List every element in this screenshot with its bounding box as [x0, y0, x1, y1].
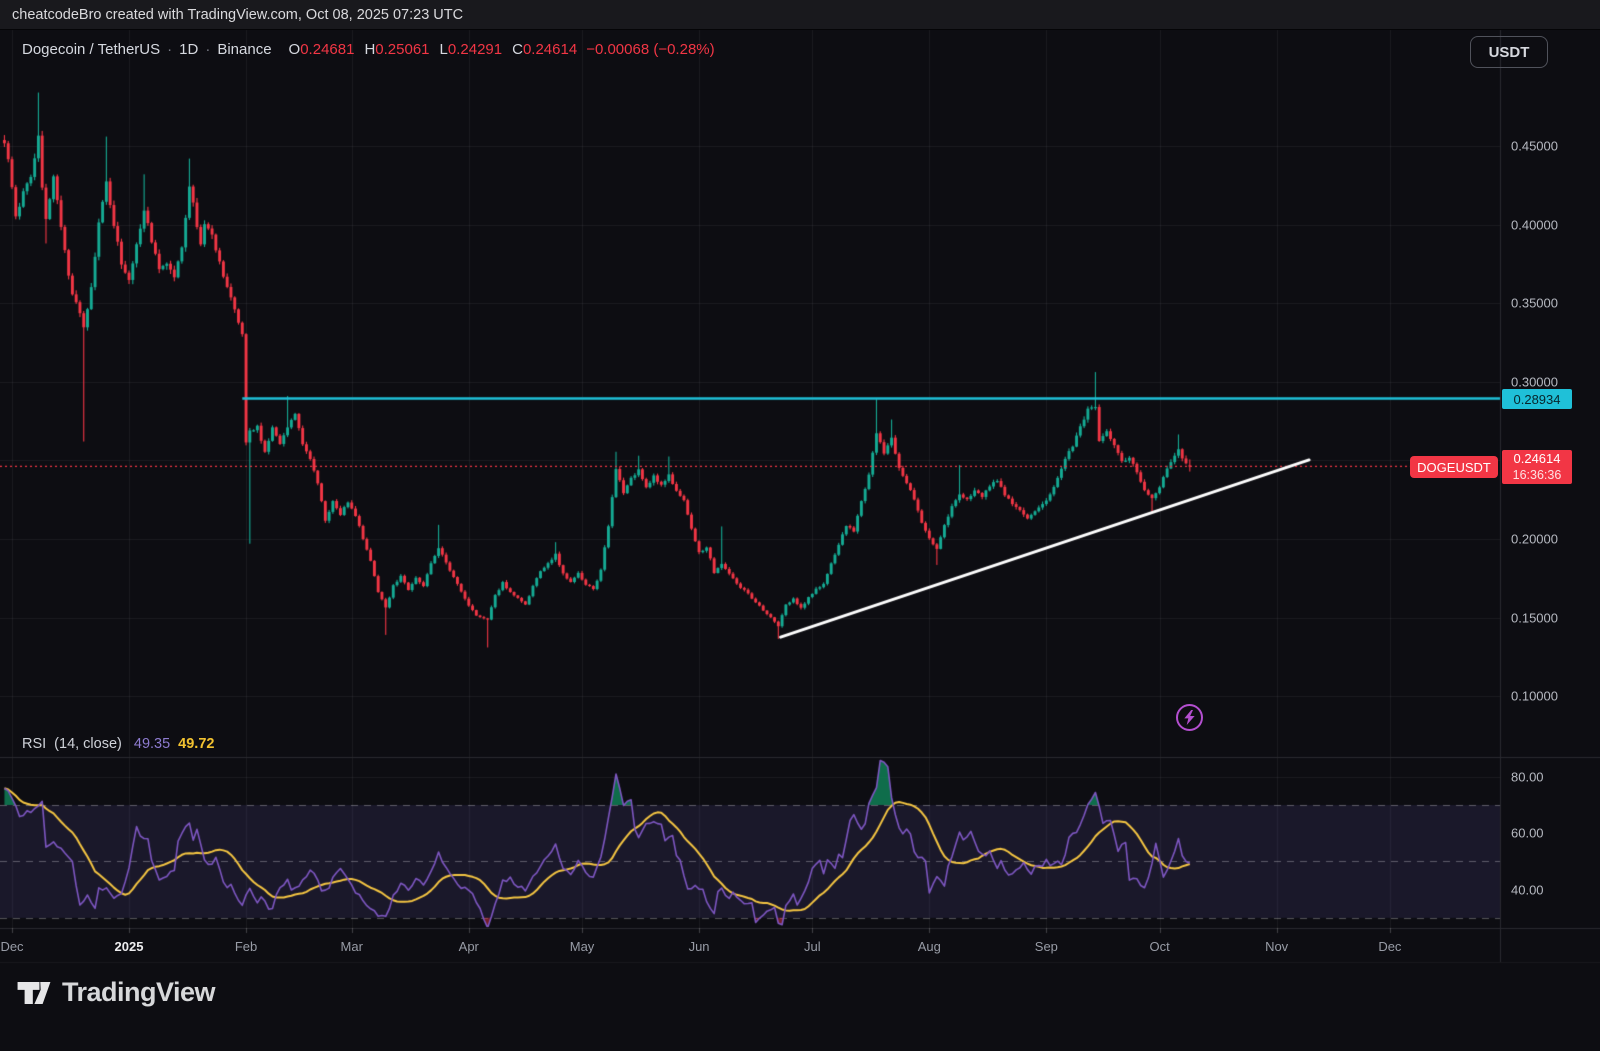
tradingview-logo-icon: [16, 978, 52, 1008]
chart-canvas[interactable]: [0, 0, 1600, 1051]
price-axis-label: 0.30000: [1511, 374, 1558, 389]
time-axis-label: Apr: [459, 939, 479, 954]
rsi-value: 49.35: [134, 736, 170, 752]
symbol-name[interactable]: Dogecoin / TetherUS: [22, 41, 160, 58]
rsi-axis-label: 80.00: [1511, 769, 1544, 784]
time-axis-label: Jun: [689, 939, 710, 954]
bar-countdown: 16:36:36: [1513, 467, 1562, 483]
time-axis-label: Aug: [918, 939, 941, 954]
price-axis-label: 0.20000: [1511, 532, 1558, 547]
tradingview-logo[interactable]: TradingView: [16, 977, 215, 1008]
separator-dot: ·: [205, 41, 210, 58]
time-axis-label: Jul: [804, 939, 821, 954]
time-axis-label: Dec: [1378, 939, 1401, 954]
symbol-info-bar[interactable]: Dogecoin / TetherUS · 1D · Binance O0.24…: [22, 41, 715, 58]
price-axis-label: 0.15000: [1511, 610, 1558, 625]
ohlc-row: O0.24681 H0.25061 L0.24291 C0.24614: [289, 41, 578, 58]
resistance-price-badge: 0.28934: [1502, 389, 1572, 409]
time-axis-label: Dec: [0, 939, 23, 954]
exchange-label: Binance: [217, 41, 271, 58]
ohlc-item: H0.25061: [364, 41, 429, 58]
rsi-title[interactable]: RSI: [22, 736, 46, 752]
time-axis-label: Sep: [1035, 939, 1058, 954]
time-axis-label: Feb: [235, 939, 257, 954]
price-axis-label: 0.35000: [1511, 296, 1558, 311]
lightning-icon[interactable]: [1176, 704, 1203, 731]
last-price-value: 0.24614: [1514, 451, 1561, 467]
tradingview-window: cheatcodeBro created with TradingView.co…: [0, 0, 1600, 1051]
separator-dot: ·: [167, 41, 172, 58]
ohlc-item: L0.24291: [440, 41, 503, 58]
last-price-symbol-pill: DOGEUSDT: [1410, 456, 1498, 478]
change-label: −0.00068 (−0.28%): [586, 41, 714, 58]
ohlc-item: O0.24681: [289, 41, 355, 58]
rsi-axis-label: 60.00: [1511, 826, 1544, 841]
currency-toggle-button[interactable]: USDT: [1470, 36, 1548, 68]
lightning-bolt-glyph: [1183, 710, 1196, 725]
rsi-axis-label: 40.00: [1511, 882, 1544, 897]
rsi-params: (14, close): [54, 736, 122, 752]
tradingview-logo-text: TradingView: [62, 977, 215, 1008]
price-axis-label: 0.40000: [1511, 217, 1558, 232]
rsi-header[interactable]: RSI (14, close) 49.35 49.72: [22, 736, 214, 752]
time-axis-label: Oct: [1149, 939, 1169, 954]
last-price-badge: 0.24614 16:36:36: [1502, 450, 1572, 484]
time-axis-label: Mar: [341, 939, 363, 954]
interval-label[interactable]: 1D: [179, 41, 198, 58]
time-axis-label: Nov: [1265, 939, 1288, 954]
attribution-bar: cheatcodeBro created with TradingView.co…: [0, 0, 1600, 30]
rsi-ma-value: 49.72: [178, 736, 214, 752]
ohlc-item: C0.24614: [512, 41, 577, 58]
attribution-text: cheatcodeBro created with TradingView.co…: [12, 7, 463, 23]
price-axis-label: 0.10000: [1511, 689, 1558, 704]
price-axis-label: 0.45000: [1511, 139, 1558, 154]
time-axis-label: May: [570, 939, 595, 954]
time-axis-label: 2025: [115, 939, 144, 954]
